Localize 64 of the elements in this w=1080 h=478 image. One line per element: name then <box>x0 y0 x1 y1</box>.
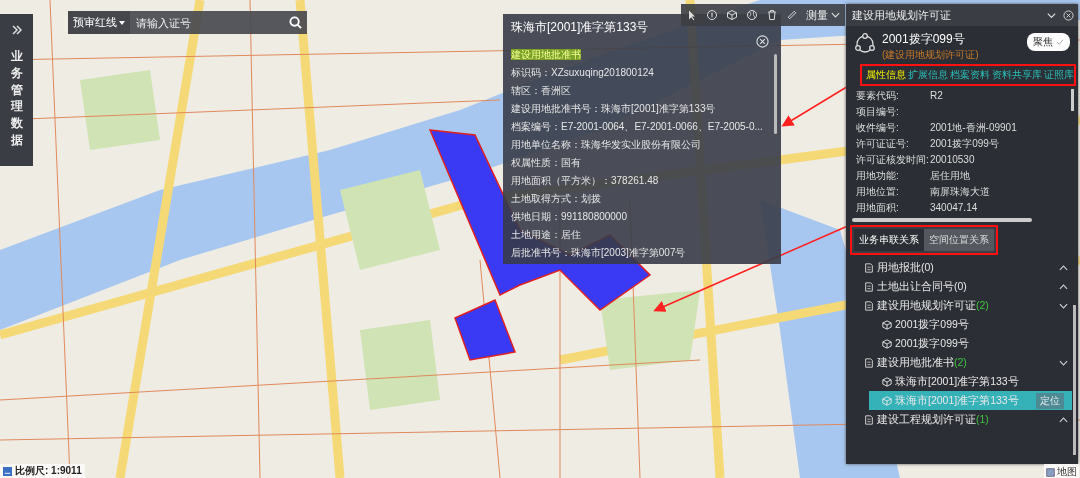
map-switch-button[interactable]: 地图 <box>1044 464 1079 478</box>
record-subtitle: (建设用地规划许可证) <box>882 48 980 62</box>
group-title: 建设用地规划许可证(2) <box>877 298 990 313</box>
item-title: 2001拨字099号 <box>895 317 970 332</box>
popup-field: 标识码：XZsuxuqing201800124 <box>511 66 769 79</box>
tab[interactable]: 属性信息 <box>865 67 907 83</box>
tree-item[interactable]: 2001拨字099号 <box>846 334 1072 353</box>
popup-field: 供地日期：991180800000 <box>511 210 769 223</box>
attribute-label: 用地位置: <box>856 185 900 198</box>
attribute-label: 要素代码: <box>856 89 900 102</box>
popup-field: 用地单位名称：珠海华发实业股份有限公司 <box>511 138 769 151</box>
focus-button[interactable]: 聚焦 <box>1027 33 1070 51</box>
attribute-value: 2001拨字099号 <box>930 137 999 150</box>
tree-item[interactable]: 珠海市[2001]准字第133号 <box>846 372 1072 391</box>
attribute-value: 20010530 <box>930 153 975 166</box>
tree-group[interactable]: 土地出让合同号(0) <box>846 277 1078 296</box>
tab[interactable]: 空间位置关系 <box>924 229 994 251</box>
tree-item[interactable]: 珠海市[2001]准字第133号 定位 <box>869 391 1072 410</box>
mode-dropdown[interactable]: 预审红线 <box>68 11 130 34</box>
sidebar-label[interactable]: 业务管理数据 <box>10 48 23 149</box>
attribute-label: 用地功能: <box>856 169 900 182</box>
attribute-value: 南屏珠海大道 <box>930 185 990 198</box>
popup-field: 土地用途：居住 <box>511 228 769 241</box>
attribute-label: 用地面积: <box>856 201 900 214</box>
attribute-value: 居住用地 <box>930 169 970 182</box>
tab[interactable]: 资料共享库 <box>991 67 1043 83</box>
popup-field: 土地取得方式：划拨 <box>511 192 769 205</box>
measure-dropdown[interactable]: 测量 <box>806 7 840 23</box>
popup-field: 用地面积（平方米）：378261.48 <box>511 174 769 187</box>
group-title: 建设工程规划许可证(1) <box>877 412 990 427</box>
popup-field: 建设用地批准书号：珠海市[2001]准字第133号 <box>511 102 769 115</box>
popup-title: 珠海市[2001]准字第133号 <box>511 19 649 36</box>
popup-field: 后批准书号：珠海市[2003]准字第007号 <box>511 246 769 259</box>
locate-button[interactable]: 定位 <box>1036 392 1064 409</box>
panel-title: 建设用地规划许可证 <box>852 7 952 23</box>
tree-item[interactable]: 2001拨字099号 <box>846 315 1072 334</box>
tree-group[interactable]: 建设用地批准书(2) <box>846 353 1078 372</box>
tab[interactable]: 档案资料 <box>949 67 991 83</box>
attribute-label: 许可证证号: <box>856 137 910 150</box>
item-title: 珠海市[2001]准字第133号 <box>895 374 1020 389</box>
item-title: 珠海市[2001]准字第133号 <box>895 393 1020 408</box>
popup-field: 权属性质：国有 <box>511 156 769 169</box>
tree-group[interactable]: 建设工程规划许可证(1) <box>846 410 1078 429</box>
tree-group[interactable]: 用地报批(0) <box>846 258 1078 277</box>
group-title: 用地报批(0) <box>877 260 935 275</box>
tab[interactable]: 证照库 <box>1043 67 1075 83</box>
tab[interactable]: 扩展信息 <box>907 67 949 83</box>
group-title: 土地出让合同号(0) <box>877 279 968 294</box>
tree-group[interactable]: 建设用地规划许可证(2) <box>846 296 1078 315</box>
attribute-label: 收件编号: <box>856 121 900 134</box>
group-title: 建设用地批准书(2) <box>877 355 968 370</box>
tab[interactable]: 业务串联关系 <box>854 229 924 251</box>
record-title: 2001拨字099号 <box>882 31 966 48</box>
attribute-value: 2001地-香洲-09901 <box>930 121 1017 134</box>
scale-label: 比例尺: 1:9011 <box>15 464 82 478</box>
popup-field: 辖区：香洲区 <box>511 84 769 97</box>
attribute-label: 项目编号: <box>856 105 900 118</box>
attribute-label: 许可证核发时间: <box>856 153 930 166</box>
popup-field: 档案编号：E7-2001-0064、E7-2001-0066、E7-2005-0... <box>511 120 769 133</box>
search-field[interactable]: 请输入证号 <box>130 11 284 34</box>
attribute-value: R2 <box>930 89 943 102</box>
item-title: 2001拨字099号 <box>895 336 970 351</box>
attribute-value: 340047.14 <box>930 201 978 214</box>
popup-subtitle: 建设用地批准书 <box>511 49 581 60</box>
